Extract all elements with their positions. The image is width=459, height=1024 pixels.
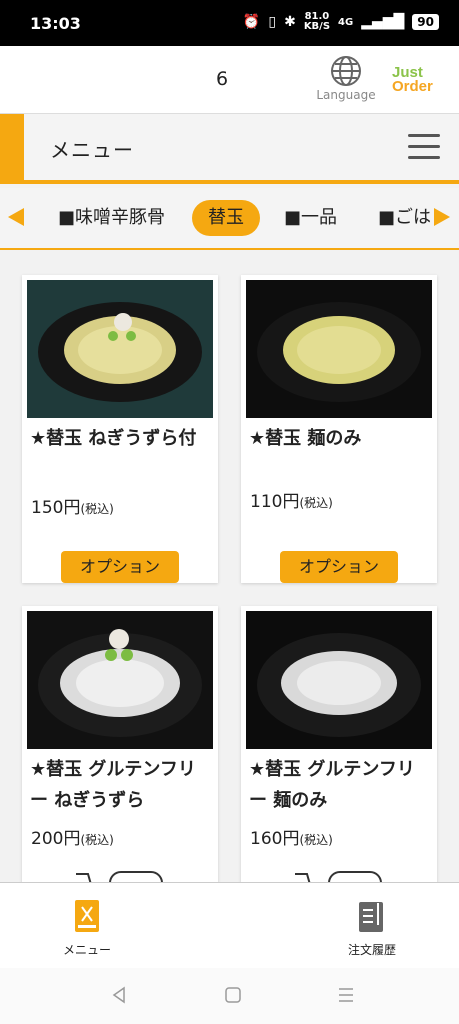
product-price: 150円(税込) — [31, 498, 114, 518]
product-name: ★替玉 ねぎうずら付 — [30, 428, 197, 449]
back-icon[interactable] — [110, 986, 128, 1004]
status-time: 13:03 — [30, 14, 81, 33]
category-tab-ippin[interactable]: ■一品 — [284, 200, 337, 236]
page-title: メニュー — [50, 138, 134, 162]
product-name: ★替玉 グルテンフリー ねぎうずら — [30, 759, 196, 811]
menu-title-bar: メニュー — [0, 114, 459, 184]
just-order-logo: Just Order — [392, 64, 433, 95]
nav-menu-label: メニュー — [62, 943, 111, 957]
product-price: 110円(税込) — [250, 492, 333, 512]
alarm-icon: ⏰ — [242, 14, 261, 30]
nav-order-history[interactable]: 注文履歴 — [322, 899, 422, 958]
order-history-icon — [359, 902, 383, 932]
product-price: 200円(税込) — [31, 829, 114, 849]
product-card[interactable]: ★替玉 グルテンフリー 麺のみ 160円(税込) — [241, 606, 437, 882]
language-button[interactable]: Language — [314, 54, 378, 102]
cart-icon[interactable] — [74, 868, 164, 882]
category-tab-gohan[interactable]: ■ごは — [378, 200, 430, 236]
product-photo — [27, 611, 213, 749]
product-photo — [27, 280, 213, 418]
status-icons: ⏰ ▯ ✱ 81.0 KB/S 4G ▂▄▆█ 90 — [243, 12, 439, 32]
system-nav-bar — [0, 968, 459, 1024]
category-tab-kaedama[interactable]: 替玉 — [192, 200, 260, 236]
bottom-nav: メニュー 注文履歴 — [0, 882, 459, 968]
language-label: Language — [316, 88, 376, 102]
cart-icon[interactable] — [293, 868, 383, 882]
product-name: ★替玉 グルテンフリー 麺のみ — [249, 759, 415, 811]
nav-order-history-label: 注文履歴 — [347, 943, 396, 957]
home-icon[interactable] — [224, 986, 242, 1004]
app-header: 6 Language Just Order — [0, 46, 459, 114]
signal-icon: ▂▄▆█ — [361, 14, 405, 30]
option-button[interactable]: オプション — [280, 551, 398, 583]
category-bar: ■味噌辛豚骨 替玉 ■一品 ■ごは — [0, 188, 459, 250]
option-button[interactable]: オプション — [61, 551, 179, 583]
globe-icon — [331, 56, 361, 86]
network-type: 4G — [338, 16, 354, 28]
product-card[interactable]: ★替玉 ねぎうずら付 150円(税込) オプション — [22, 275, 218, 583]
category-prev-arrow-icon[interactable] — [8, 208, 24, 226]
product-price: 160円(税込) — [250, 829, 333, 849]
category-tab-miso[interactable]: ■味噌辛豚骨 — [58, 200, 165, 236]
vibrate-icon: ▯ — [268, 14, 277, 30]
product-card[interactable]: ★替玉 麺のみ 110円(税込) オプション — [241, 275, 437, 583]
hamburger-menu-icon[interactable] — [408, 134, 440, 162]
network-speed: 81.0 KB/S — [303, 11, 331, 32]
product-card[interactable]: ★替玉 グルテンフリー ねぎうずら 200円(税込) — [22, 606, 218, 882]
category-next-arrow-icon[interactable] — [434, 208, 450, 226]
product-photo — [246, 611, 432, 749]
table-number: 6 — [216, 68, 229, 90]
recent-apps-icon[interactable] — [337, 986, 355, 1004]
menu-book-icon — [75, 900, 99, 932]
nav-menu[interactable]: メニュー — [37, 899, 137, 958]
title-accent — [0, 114, 24, 180]
product-grid: ★替玉 ねぎうずら付 150円(税込) オプション ★替玉 麺のみ 110円(税… — [0, 252, 459, 882]
product-name: ★替玉 麺のみ — [249, 428, 362, 449]
status-bar: 13:03 ⏰ ▯ ✱ 81.0 KB/S 4G ▂▄▆█ 90 — [0, 0, 459, 46]
battery-level: 90 — [412, 14, 439, 30]
product-photo — [246, 280, 432, 418]
bluetooth-icon: ✱ — [284, 14, 296, 30]
